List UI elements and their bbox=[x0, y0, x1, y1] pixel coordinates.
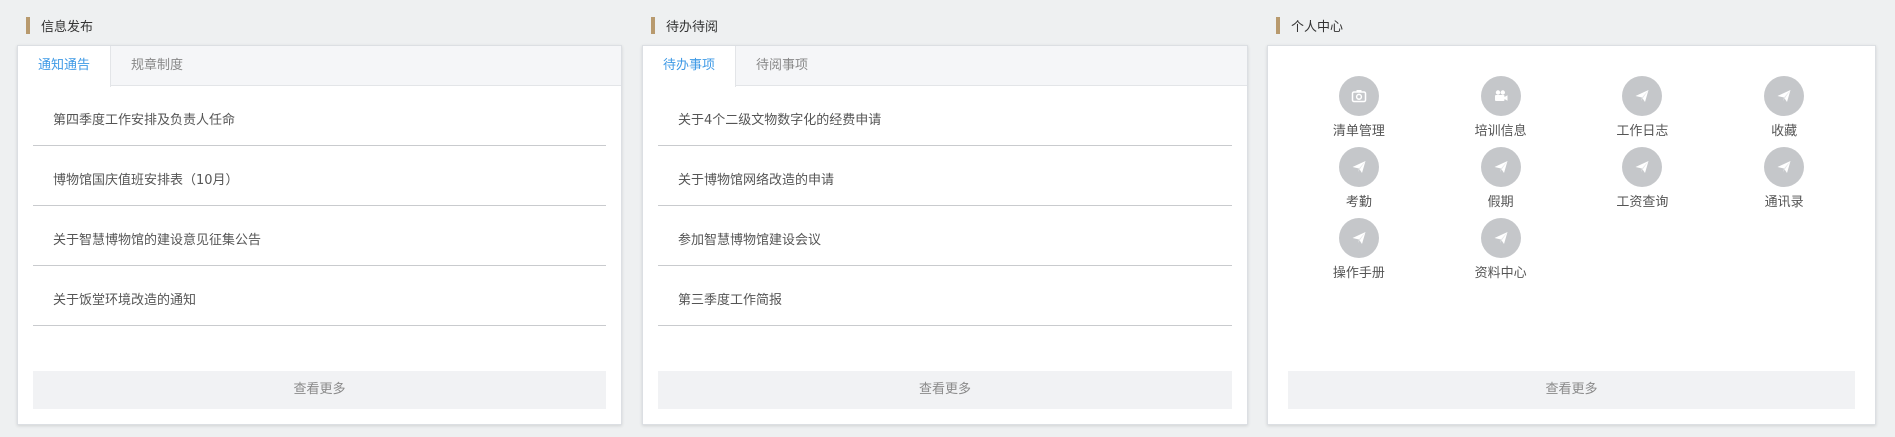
grid-item-label: 考勤 bbox=[1345, 195, 1372, 210]
grid-item-resources[interactable]: 资料中心 bbox=[1430, 218, 1572, 281]
send-icon bbox=[1764, 147, 1805, 187]
grid-item-manual[interactable]: 操作手册 bbox=[1288, 218, 1430, 281]
tab-regulations[interactable]: 规章制度 bbox=[111, 46, 203, 86]
grid-item-label: 收藏 bbox=[1771, 124, 1798, 139]
grid-item-label: 操作手册 bbox=[1332, 266, 1385, 281]
grid-item-label: 清单管理 bbox=[1332, 124, 1385, 139]
list-item[interactable]: 关于4个二级文物数字化的经费申请 bbox=[658, 86, 1232, 146]
personal-view-more-button[interactable]: 查看更多 bbox=[1288, 371, 1855, 409]
grid-item-label: 工资查询 bbox=[1616, 195, 1669, 210]
tab-to-read-items[interactable]: 待阅事项 bbox=[736, 46, 828, 86]
grid-item-leave[interactable]: 假期 bbox=[1430, 147, 1572, 210]
personal-grid: 清单管理 培训信息 工作日志 收藏 考勤 假期 工资查询 通讯录 操作手册 资料… bbox=[1268, 46, 1875, 281]
grid-item-work-log[interactable]: 工作日志 bbox=[1572, 76, 1714, 139]
personal-section-header: 个人中心 bbox=[1276, 17, 1344, 35]
section-marker bbox=[651, 17, 655, 34]
list-item[interactable]: 关于饭堂环境改造的通知 bbox=[33, 266, 606, 326]
list-item[interactable]: 第三季度工作简报 bbox=[658, 266, 1232, 326]
list-item[interactable]: 参加智慧博物馆建设会议 bbox=[658, 206, 1232, 266]
todo-tabs: 待办事项 待阅事项 bbox=[643, 46, 1247, 87]
send-icon bbox=[1338, 218, 1379, 258]
todo-section-header: 待办待阅 bbox=[651, 17, 719, 35]
grid-item-contacts[interactable]: 通讯录 bbox=[1713, 147, 1855, 210]
grid-item-label: 资料中心 bbox=[1474, 266, 1527, 281]
list-item[interactable]: 关于博物馆网络改造的申请 bbox=[658, 146, 1232, 206]
send-icon bbox=[1622, 76, 1663, 116]
grid-item-label: 假期 bbox=[1487, 195, 1514, 210]
grid-item-salary[interactable]: 工资查询 bbox=[1572, 147, 1714, 210]
todo-list: 关于4个二级文物数字化的经费申请 关于博物馆网络改造的申请 参加智慧博物馆建设会… bbox=[643, 86, 1247, 326]
grid-item-label: 通讯录 bbox=[1764, 195, 1804, 210]
grid-item-label: 工作日志 bbox=[1616, 124, 1669, 139]
send-icon bbox=[1622, 147, 1663, 187]
list-item[interactable]: 关于智慧博物馆的建设意见征集公告 bbox=[33, 206, 606, 266]
send-icon bbox=[1338, 147, 1379, 187]
todo-view-more-button[interactable]: 查看更多 bbox=[658, 371, 1232, 409]
section-marker bbox=[1276, 17, 1280, 34]
info-section-header: 信息发布 bbox=[26, 17, 94, 35]
todo-section-title: 待办待阅 bbox=[666, 20, 719, 35]
tab-todo-items[interactable]: 待办事项 bbox=[643, 46, 737, 87]
send-icon bbox=[1764, 76, 1805, 116]
list-item[interactable]: 博物馆国庆值班安排表（10月） bbox=[33, 146, 606, 206]
info-tabs: 通知通告 规章制度 bbox=[18, 46, 621, 87]
info-section-title: 信息发布 bbox=[41, 20, 94, 35]
send-icon bbox=[1480, 147, 1521, 187]
info-view-more-button[interactable]: 查看更多 bbox=[33, 371, 606, 409]
grid-item-label: 培训信息 bbox=[1474, 124, 1527, 139]
grid-item-training[interactable]: 培训信息 bbox=[1430, 76, 1572, 139]
personal-panel: 清单管理 培训信息 工作日志 收藏 考勤 假期 工资查询 通讯录 操作手册 资料… bbox=[1267, 45, 1876, 425]
personal-section-title: 个人中心 bbox=[1291, 20, 1344, 35]
list-item[interactable]: 第四季度工作安排及负责人任命 bbox=[33, 86, 606, 146]
grid-item-favorites[interactable]: 收藏 bbox=[1713, 76, 1855, 139]
section-marker bbox=[26, 17, 30, 34]
grid-item-checklist[interactable]: 清单管理 bbox=[1288, 76, 1430, 139]
grid-item-attendance[interactable]: 考勤 bbox=[1288, 147, 1430, 210]
tab-notices[interactable]: 通知通告 bbox=[18, 46, 112, 87]
info-list: 第四季度工作安排及负责人任命 博物馆国庆值班安排表（10月） 关于智慧博物馆的建… bbox=[18, 86, 621, 326]
camera-icon bbox=[1338, 76, 1379, 116]
send-icon bbox=[1480, 218, 1521, 258]
info-panel: 通知通告 规章制度 第四季度工作安排及负责人任命 博物馆国庆值班安排表（10月）… bbox=[17, 45, 622, 425]
todo-panel: 待办事项 待阅事项 关于4个二级文物数字化的经费申请 关于博物馆网络改造的申请 … bbox=[642, 45, 1248, 425]
video-camera-icon bbox=[1480, 76, 1521, 116]
